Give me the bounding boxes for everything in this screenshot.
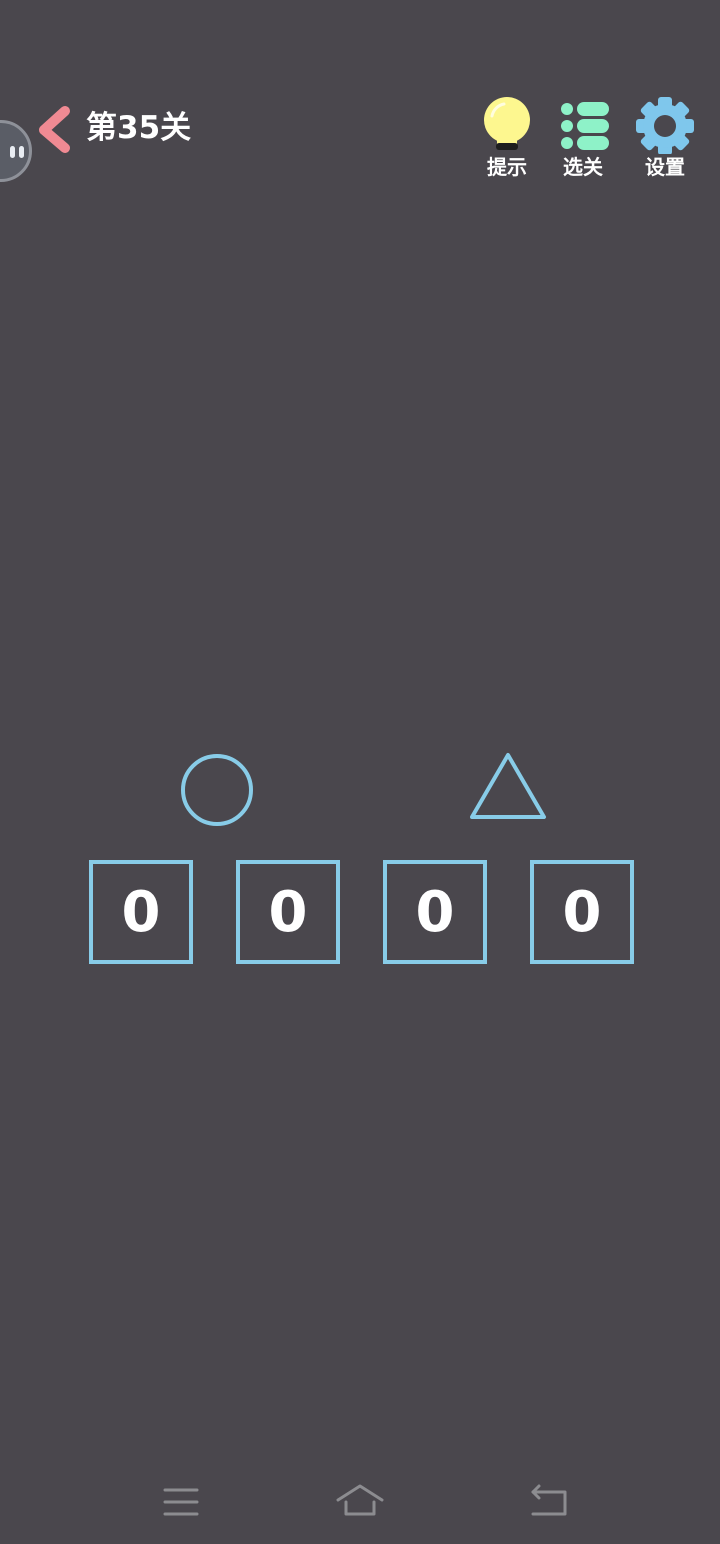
- digit-box-2[interactable]: 0: [236, 860, 340, 964]
- triangle-symbol: [470, 753, 546, 819]
- settings-label: 设置: [645, 155, 685, 179]
- floating-assistant-button[interactable]: [0, 120, 32, 182]
- menu-button[interactable]: [151, 1470, 211, 1534]
- level-title: 第35关: [86, 110, 192, 146]
- chevron-left-icon: [39, 106, 70, 153]
- hint-label: 提示: [487, 155, 527, 179]
- menu-icon: [163, 1488, 199, 1516]
- hint-button[interactable]: 提示: [472, 96, 542, 188]
- home-icon: [336, 1484, 384, 1516]
- home-button[interactable]: [330, 1470, 390, 1534]
- puzzle-symbols: [181, 753, 546, 826]
- assistant-eye-icon: [10, 146, 15, 158]
- digit-box-3[interactable]: 0: [383, 860, 487, 964]
- lightbulb-icon: [484, 97, 530, 150]
- system-navbar: [0, 1470, 720, 1534]
- level-select-button[interactable]: 选关: [548, 96, 618, 188]
- back-icon: [531, 1484, 567, 1516]
- game-screen: 第35关 提示 选关 设置 0 0 0 0: [0, 0, 720, 1544]
- settings-button[interactable]: 设置: [630, 96, 700, 188]
- assistant-eye-icon: [19, 146, 24, 158]
- gear-icon: [636, 97, 694, 154]
- circle-symbol: [181, 754, 253, 826]
- digit-box-1[interactable]: 0: [89, 860, 193, 964]
- back-button[interactable]: [34, 104, 74, 154]
- digit-box-4[interactable]: 0: [530, 860, 634, 964]
- list-icon: [561, 102, 609, 150]
- level-select-label: 选关: [563, 155, 603, 179]
- nav-back-button[interactable]: [519, 1470, 579, 1534]
